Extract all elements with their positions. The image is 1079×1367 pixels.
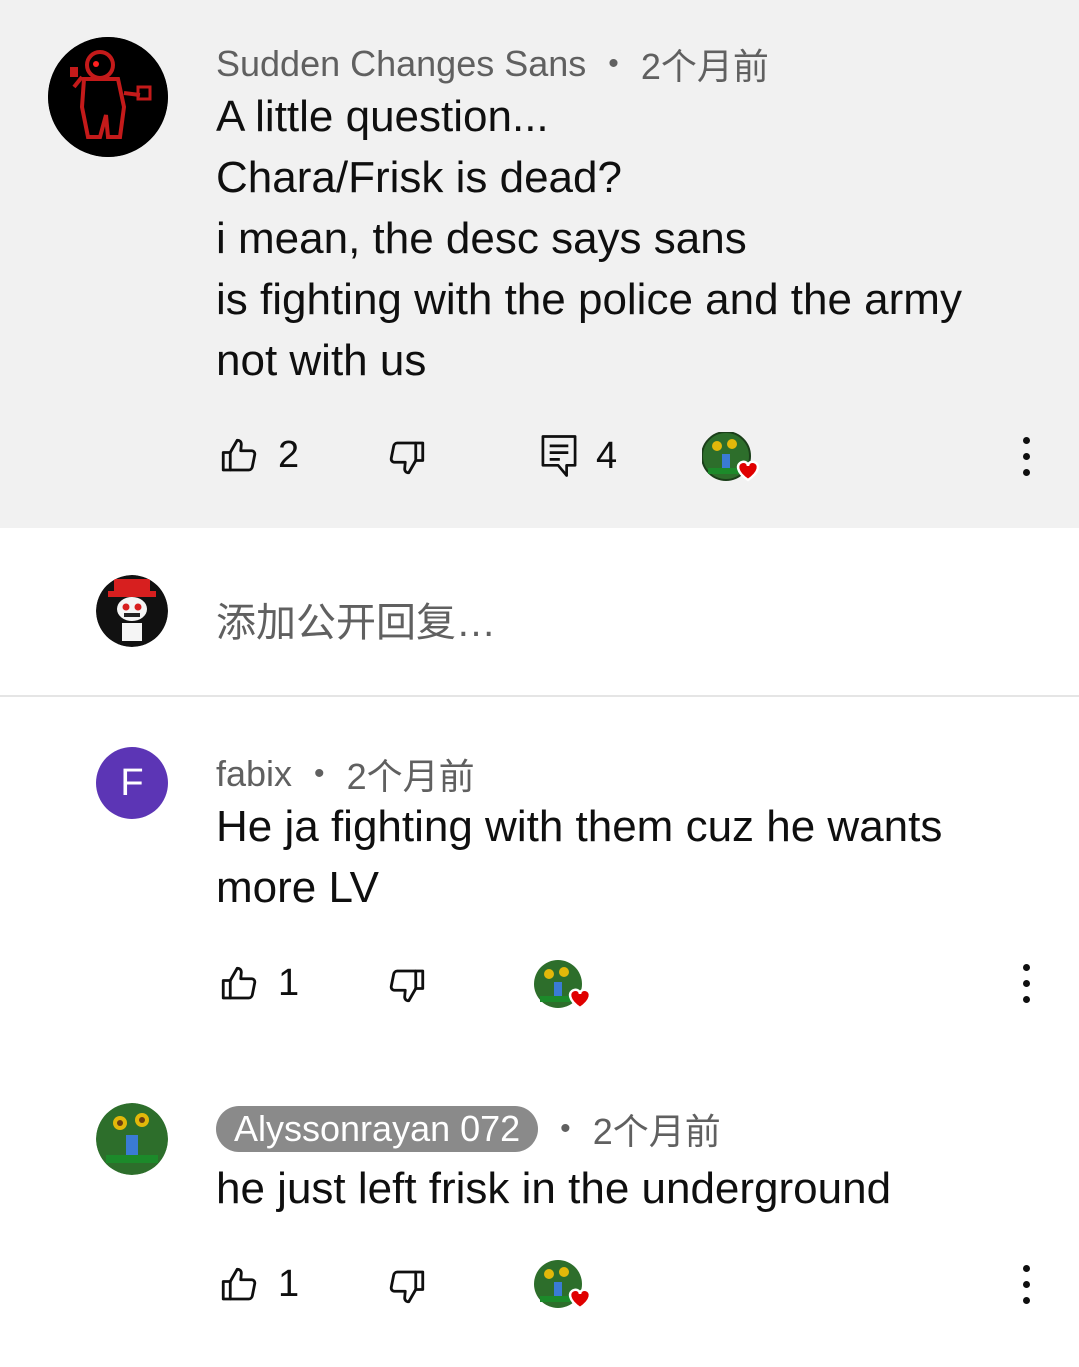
thumbs-down-icon bbox=[386, 436, 428, 478]
like-button[interactable]: 1 bbox=[218, 1263, 299, 1306]
avatar[interactable]: F bbox=[96, 747, 168, 819]
current-user-avatar bbox=[96, 575, 168, 647]
like-button[interactable]: 2 bbox=[218, 434, 299, 477]
comment-icon bbox=[540, 434, 578, 478]
dislike-button[interactable] bbox=[386, 1265, 428, 1307]
avatar-letter: F bbox=[120, 761, 144, 804]
thumbs-down-icon bbox=[386, 964, 428, 1006]
creator-heart bbox=[701, 431, 762, 492]
more-vertical-icon bbox=[1022, 963, 1030, 971]
separator-dot: • bbox=[314, 757, 325, 790]
comment-time: 2个月前 bbox=[346, 756, 475, 797]
comment-line: He ja fighting with them cuz he wants bbox=[216, 802, 943, 851]
comment-line: i mean, the desc says sans bbox=[216, 214, 747, 263]
comment-meta: Alyssonrayan 072 • 2个月前 bbox=[216, 1103, 721, 1155]
comment-meta: Sudden Changes Sans • 2个月前 bbox=[216, 38, 769, 90]
like-button[interactable]: 1 bbox=[218, 962, 299, 1005]
comment-line: not with us bbox=[216, 336, 427, 385]
comment-line: A little question... bbox=[216, 92, 549, 141]
thumbs-up-icon bbox=[218, 963, 260, 1005]
more-vertical-icon bbox=[1022, 436, 1030, 444]
like-count: 1 bbox=[278, 1263, 300, 1305]
more-options-button[interactable] bbox=[1006, 953, 1046, 1013]
avatar[interactable] bbox=[48, 37, 168, 157]
comment-line: he just left frisk in the underground bbox=[216, 1164, 892, 1213]
author-name[interactable]: fabix bbox=[216, 753, 292, 795]
highlighted-comment: Sudden Changes Sans • 2个月前 A little ques… bbox=[0, 0, 1079, 528]
comment-time: 2个月前 bbox=[640, 46, 769, 87]
more-options-button[interactable] bbox=[1006, 1254, 1046, 1314]
reply-input[interactable]: 添加公开回复… bbox=[216, 590, 496, 648]
more-vertical-icon bbox=[1022, 1264, 1030, 1272]
like-count: 1 bbox=[278, 962, 300, 1004]
divider bbox=[0, 695, 1079, 697]
reply-count: 4 bbox=[596, 434, 618, 477]
creator-author-chip[interactable]: Alyssonrayan 072 bbox=[216, 1106, 539, 1152]
thumbs-up-icon bbox=[218, 435, 260, 477]
creator-heart bbox=[534, 960, 594, 1020]
thumbs-down-icon bbox=[386, 1265, 428, 1307]
reply-button[interactable]: 4 bbox=[540, 434, 617, 478]
comment-line: is fighting with the police and the army bbox=[216, 275, 962, 324]
creator-heart bbox=[534, 1260, 594, 1320]
like-count: 2 bbox=[278, 434, 300, 476]
comment-body: He ja fighting with them cuz he wants mo… bbox=[216, 796, 942, 918]
dislike-button[interactable] bbox=[386, 436, 428, 478]
comment-line: Chara/Frisk is dead? bbox=[216, 153, 622, 202]
comment-line: more LV bbox=[216, 863, 380, 912]
separator-dot: • bbox=[560, 1112, 571, 1145]
avatar[interactable] bbox=[96, 1103, 168, 1175]
comment-time: 2个月前 bbox=[592, 1111, 721, 1152]
more-options-button[interactable] bbox=[1006, 426, 1046, 486]
comment-body: he just left frisk in the underground bbox=[216, 1158, 891, 1219]
comment-meta: fabix • 2个月前 bbox=[216, 748, 475, 800]
thumbs-up-icon bbox=[218, 1264, 260, 1306]
comment-body: A little question... Chara/Frisk is dead… bbox=[216, 86, 962, 391]
author-name[interactable]: Sudden Changes Sans bbox=[216, 43, 586, 85]
separator-dot: • bbox=[608, 47, 619, 80]
dislike-button[interactable] bbox=[386, 964, 428, 1006]
